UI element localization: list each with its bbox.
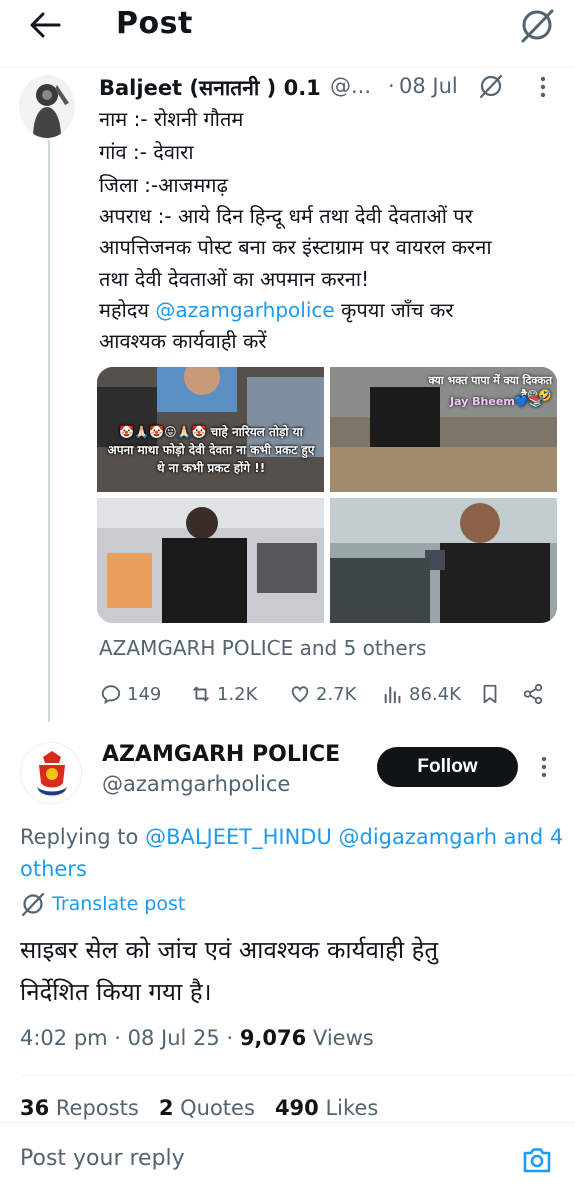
page-title: Post [116, 6, 193, 41]
post-text-line: महोदय @azamgarhpolice कृपया जाँच कर [99, 295, 454, 326]
post-text-line: गांव :- देवारा [99, 140, 194, 164]
text-prefix: महोदय [99, 298, 156, 322]
header-divider [0, 67, 575, 68]
camera-icon [523, 1148, 551, 1173]
media-image-3[interactable] [97, 498, 324, 623]
post-text-line: अपराध :- आये दिन हिन्दू धर्म तथा देवी दे… [99, 204, 473, 228]
grok-icon [21, 892, 45, 917]
more-vertical-icon [541, 756, 547, 778]
media-caption: 🤡🙏🏻🤡😛🙏🏻🤡 चाहे नारियल तोड़ो या अपना माथा … [107, 425, 315, 475]
photo-image [97, 498, 324, 623]
quotes-label[interactable]: Quotes [173, 1096, 255, 1120]
separator-dot: · [388, 74, 395, 98]
author-name[interactable]: AZAMGARH POLICE [102, 742, 340, 767]
reposts-count[interactable]: 36 [20, 1096, 49, 1120]
replying-others[interactable]: others [20, 853, 575, 885]
media-caption: Jay Bheem💙📚 [450, 395, 543, 408]
views-count: 86.4K [409, 683, 461, 705]
thread-connector-line [48, 140, 50, 722]
grok-icon [479, 74, 503, 99]
replying-to: Replying to @BALJEET_HINDU @digazamgarh … [20, 821, 575, 885]
photo-image [330, 498, 557, 623]
post-text-line: नाम :- रोशनी गौतम [99, 107, 244, 131]
heart-icon [291, 686, 309, 703]
share-icon [523, 683, 543, 705]
grok-button[interactable] [518, 6, 556, 44]
share-button[interactable] [522, 681, 544, 707]
views-button[interactable]: 86.4K [382, 681, 461, 707]
tagged-users[interactable]: AZAMGARH POLICE and 5 others [99, 636, 426, 660]
engagement-stats: 36 Reposts 2 Quotes 490 Likes [20, 1096, 378, 1120]
grok-icon [521, 9, 554, 43]
reply-count: 149 [127, 683, 162, 705]
avatar[interactable] [19, 75, 75, 138]
likes-count[interactable]: 490 [275, 1096, 319, 1120]
more-vertical-icon [540, 76, 546, 98]
more-options-button[interactable] [535, 74, 551, 100]
views-icon [384, 686, 401, 704]
hanuman-avatar-image [19, 75, 75, 138]
reply-button[interactable]: 149 [100, 681, 161, 707]
like-count: 2.7K [316, 683, 357, 705]
camera-button[interactable] [521, 1144, 553, 1176]
post-text-line: आपत्तिजनक पोस्ट बना कर इंस्टाग्राम पर वा… [99, 235, 492, 259]
back-button[interactable] [28, 10, 62, 40]
translate-label: Translate post [52, 893, 186, 915]
bookmark-icon [483, 684, 497, 704]
divider [20, 1075, 575, 1076]
author-handle[interactable]: @azamgarhpolice [102, 772, 290, 796]
replying-mentions[interactable]: @BALJEET_HINDU @digazamgarh and 4 [145, 825, 563, 849]
post-metadata: 4:02 pm · 08 Jul 25 · 9,076 Views [20, 1026, 374, 1050]
more-options-button[interactable] [536, 754, 552, 780]
reply-icon [101, 685, 121, 704]
bookmark-button[interactable] [479, 681, 501, 707]
author-handle[interactable]: @... [330, 74, 371, 98]
text-suffix: कृपया जाँच कर [334, 298, 454, 322]
follow-button[interactable]: Follow [377, 747, 518, 787]
arrow-left-icon [30, 12, 61, 38]
post-text-line: जिला :-आजमगढ़ [99, 173, 228, 197]
reply-input[interactable]: Post your reply [20, 1146, 185, 1171]
quotes-count[interactable]: 2 [159, 1096, 174, 1120]
media-image-4[interactable] [330, 498, 557, 623]
reposts-label[interactable]: Reposts [49, 1096, 139, 1120]
views-label: Views [306, 1026, 374, 1050]
author-name[interactable]: Baljeet (सनातनी ) 0.1 [99, 74, 321, 102]
post-date[interactable]: 08 Jul [399, 74, 458, 98]
post-timestamp[interactable]: 4:02 pm · 08 Jul 25 · [20, 1026, 240, 1050]
like-button[interactable]: 2.7K [289, 681, 356, 707]
avatar[interactable] [20, 742, 82, 804]
post-text-line: तथा देवी देवताओं का अपमान करना! [99, 267, 370, 291]
mention-link[interactable]: @azamgarhpolice [155, 298, 334, 322]
media-image-1[interactable]: 🤡🙏🏻🤡😛🙏🏻🤡 चाहे नारियल तोड़ो या अपना माथा … [97, 367, 324, 492]
media-image-2[interactable]: क्या भक्त पापा में क्या दिक्कत है😅🤣 Jay … [330, 367, 557, 492]
repost-button[interactable]: 1.2K [190, 681, 257, 707]
translate-post-link[interactable]: Translate post [20, 891, 185, 917]
post-text-line: निर्देशित किया गया है। [20, 978, 212, 1006]
post-text-line: साइबर सेल को जांच एवं आवश्यक कार्यवाही ह… [20, 936, 439, 964]
views-count: 9,076 [239, 1026, 307, 1050]
police-logo-icon [24, 746, 80, 802]
repost-count: 1.2K [217, 683, 258, 705]
replying-prefix: Replying to [20, 825, 146, 849]
likes-label[interactable]: Likes [319, 1096, 378, 1120]
grok-post-button[interactable] [478, 73, 504, 99]
repost-icon [193, 686, 209, 702]
post-text-line: आवश्यक कार्यवाही करें [99, 329, 267, 353]
